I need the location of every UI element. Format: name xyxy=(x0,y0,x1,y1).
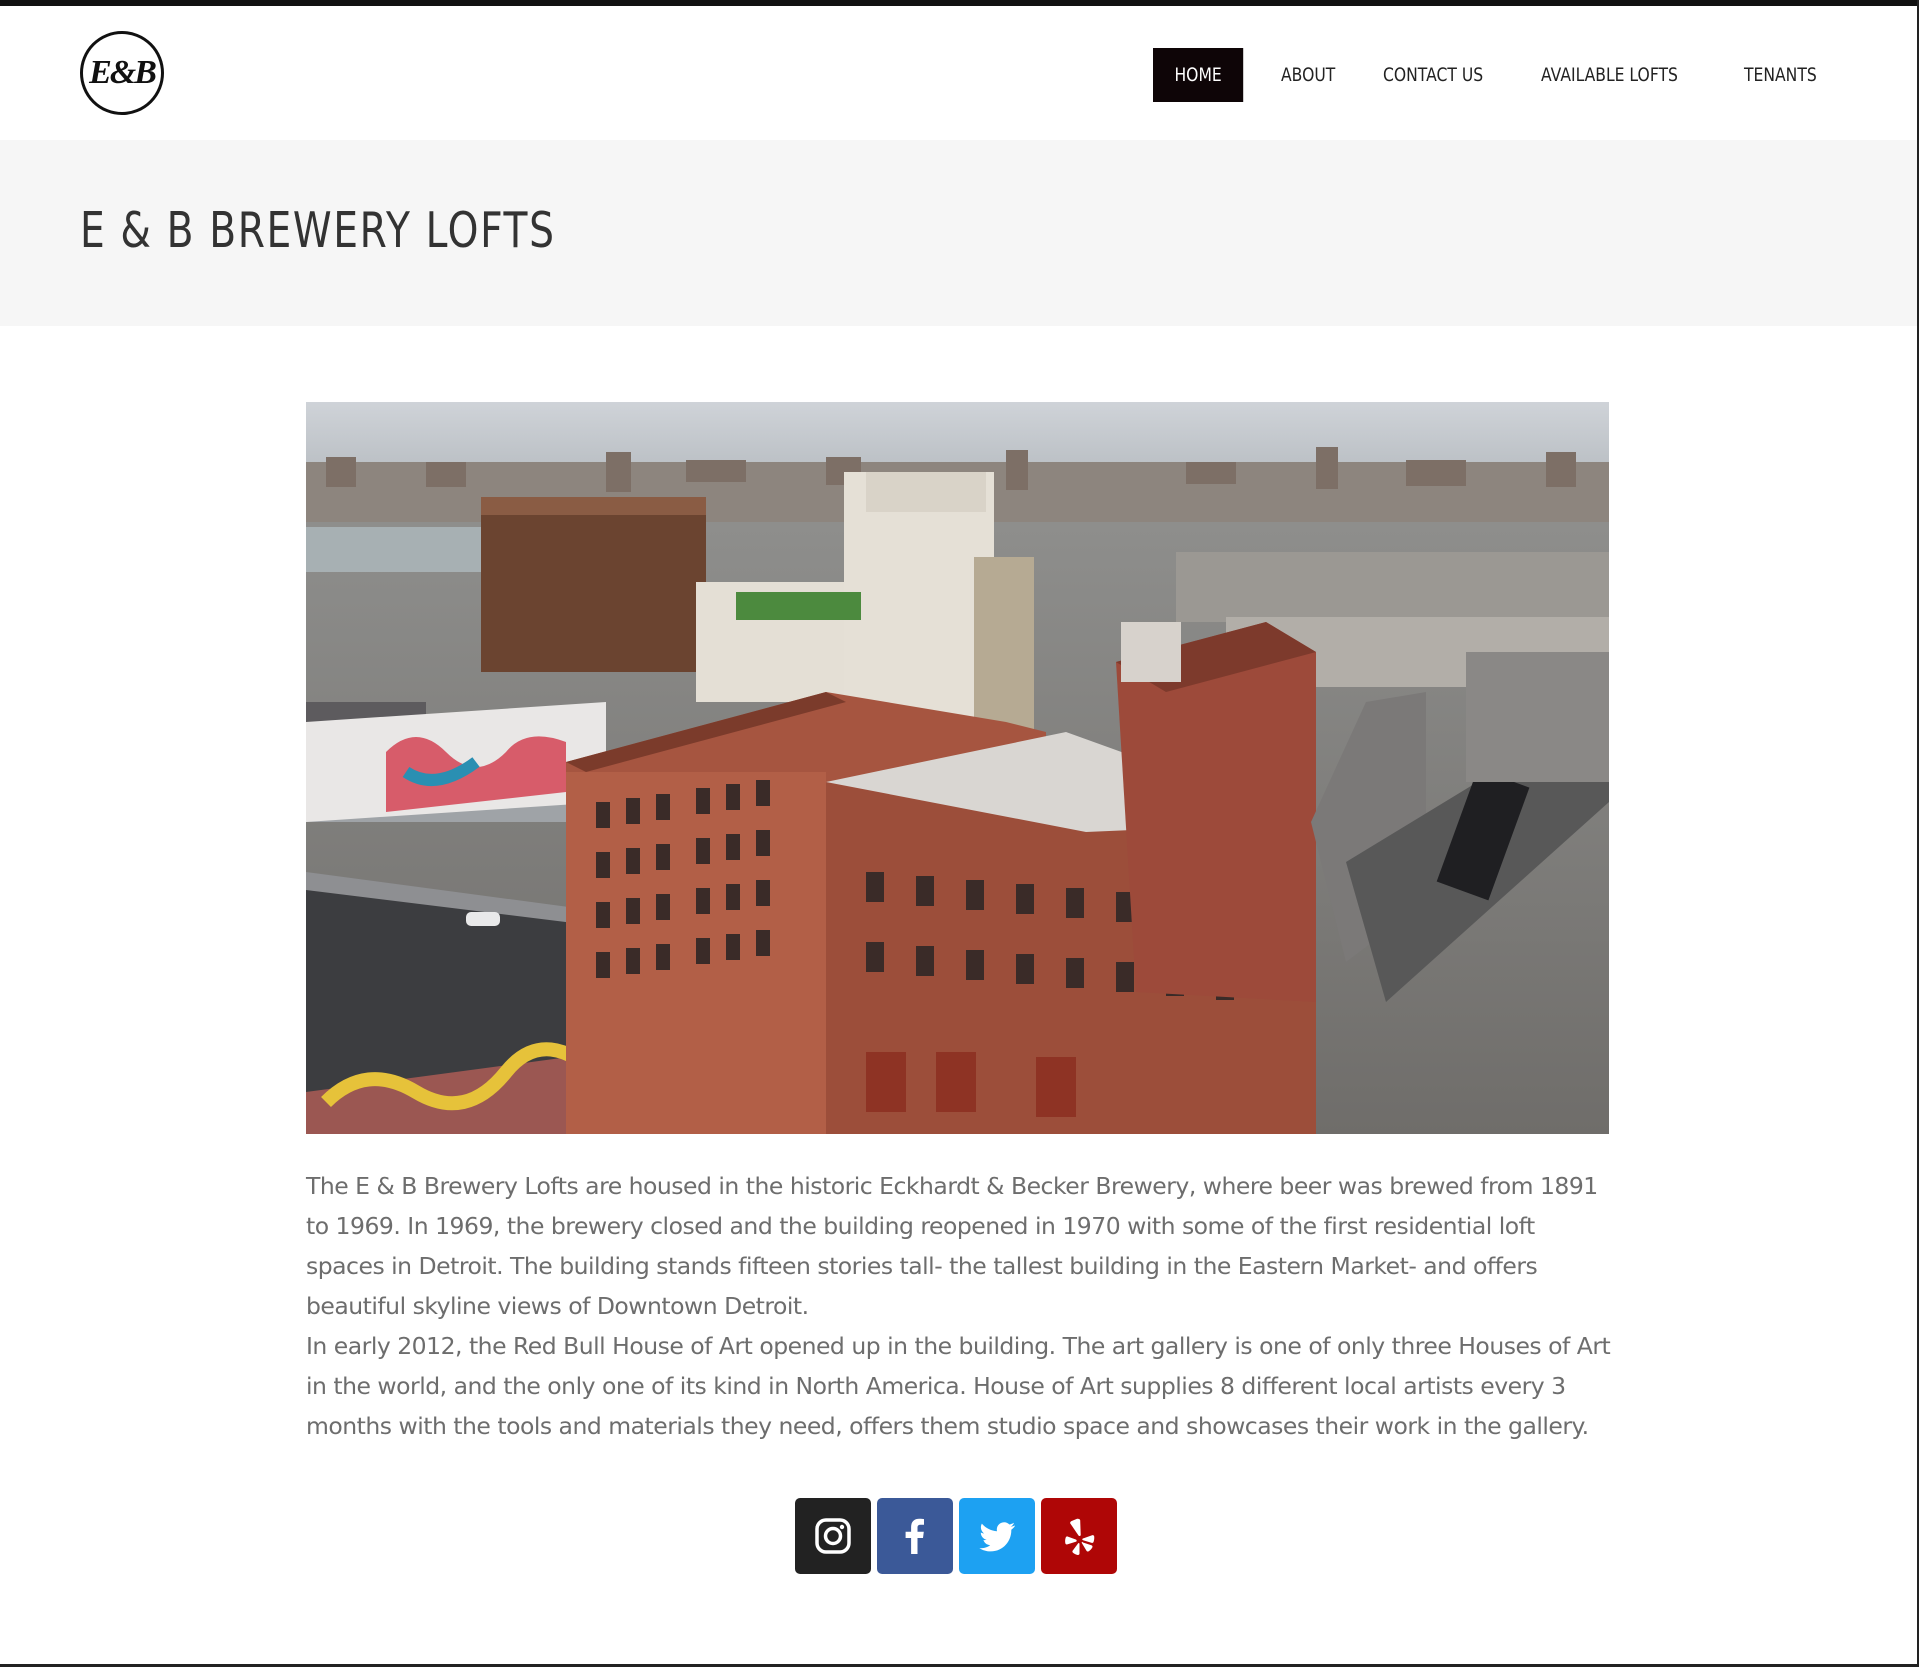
instagram-button[interactable] xyxy=(795,1498,871,1574)
nav-available-lofts[interactable]: AVAILABLE LOFTS xyxy=(1541,48,1678,102)
twitter-icon xyxy=(979,1522,1015,1552)
intro-paragraph-2: In early 2012, the Red Bull House of Art… xyxy=(306,1332,1611,1440)
hero-photo xyxy=(306,402,1609,1134)
yelp-icon xyxy=(1065,1518,1095,1556)
intro-paragraph-1: The E & B Brewery Lofts are housed in th… xyxy=(306,1172,1598,1320)
twitter-button[interactable] xyxy=(959,1498,1035,1574)
nav-contact-us[interactable]: CONTACT US xyxy=(1383,48,1483,102)
social-links xyxy=(795,1498,1123,1574)
nav-home-label: HOME xyxy=(1174,64,1222,86)
facebook-icon xyxy=(905,1518,924,1554)
yelp-button[interactable] xyxy=(1041,1498,1117,1574)
instagram-icon xyxy=(815,1518,851,1554)
nav-tenants-label: TENANTS xyxy=(1744,64,1818,86)
nav-available-lofts-label: AVAILABLE LOFTS xyxy=(1541,64,1679,86)
nav-contact-us-label: CONTACT US xyxy=(1383,64,1484,86)
facebook-button[interactable] xyxy=(877,1498,953,1574)
main-nav: HOME ABOUT CONTACT US AVAILABLE LOFTS TE… xyxy=(1153,48,1869,102)
site-logo[interactable]: E&B xyxy=(80,31,164,115)
site-header: E&B HOME ABOUT CONTACT US AVAILABLE LOFT… xyxy=(0,6,1917,140)
nav-about[interactable]: ABOUT xyxy=(1281,48,1335,102)
page-title: E & B BREWERY LOFTS xyxy=(80,202,556,259)
intro-text: The E & B Brewery Lofts are housed in th… xyxy=(306,1166,1616,1446)
page-title-band: E & B BREWERY LOFTS xyxy=(0,140,1917,326)
nav-about-label: ABOUT xyxy=(1281,64,1336,86)
nav-home[interactable]: HOME xyxy=(1153,48,1244,102)
hero-image xyxy=(306,402,1609,1134)
nav-tenants[interactable]: TENANTS xyxy=(1744,48,1817,102)
